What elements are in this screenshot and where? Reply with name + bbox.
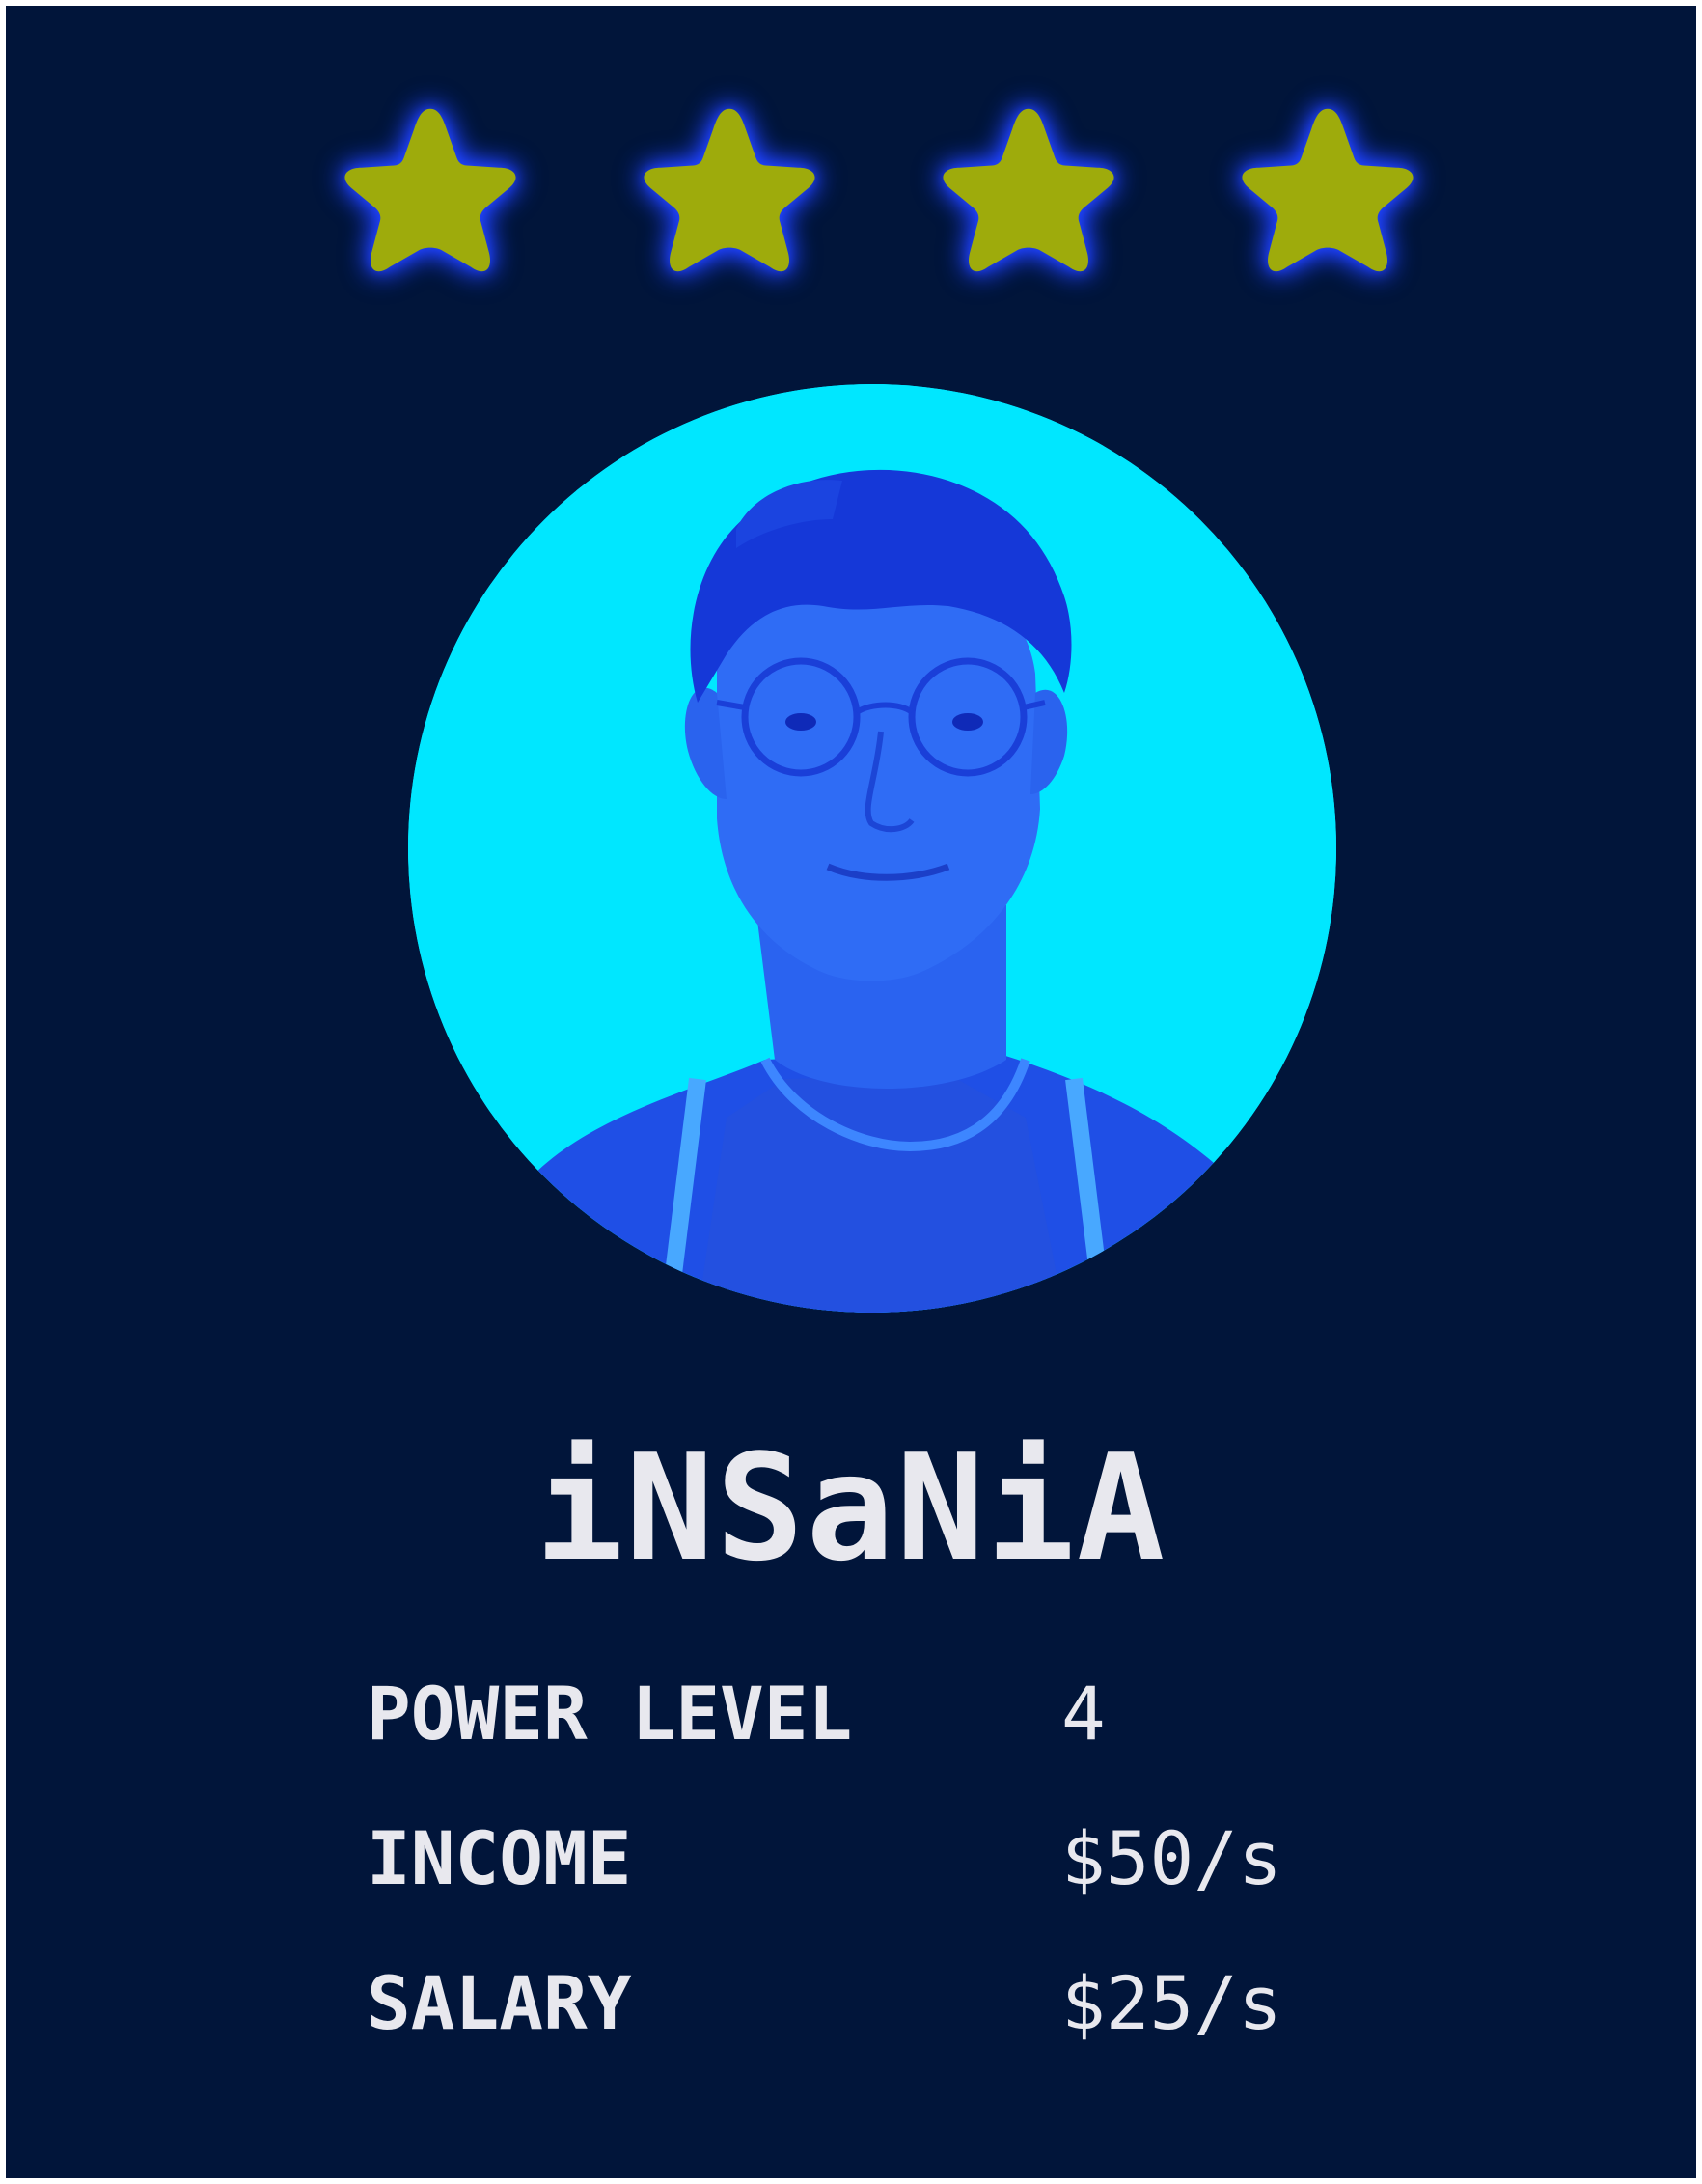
stat-value: 4 [1061, 1671, 1106, 1756]
stat-label: POWER LEVEL [367, 1671, 853, 1756]
stat-label: SALARY [367, 1960, 632, 2046]
star-icon [329, 93, 532, 295]
stat-value: $25/s [1061, 1960, 1282, 2046]
stat-row-income: INCOME $50/s [367, 1811, 1331, 1907]
stat-row-salary: SALARY $25/s [367, 1955, 1331, 2052]
star-icon [628, 93, 831, 295]
player-name: iNSaNiA [535, 1423, 1167, 1593]
stat-value: $50/s [1061, 1815, 1282, 1901]
player-portrait [408, 384, 1336, 1313]
star-icon [1226, 93, 1429, 295]
stat-label: INCOME [367, 1815, 632, 1901]
star-rating [6, 93, 1696, 295]
star-icon [927, 93, 1130, 295]
stat-row-power-level: POWER LEVEL 4 [367, 1666, 1331, 1762]
player-card[interactable]: iNSaNiA POWER LEVEL 4 INCOME $50/s SALAR… [6, 6, 1696, 2178]
